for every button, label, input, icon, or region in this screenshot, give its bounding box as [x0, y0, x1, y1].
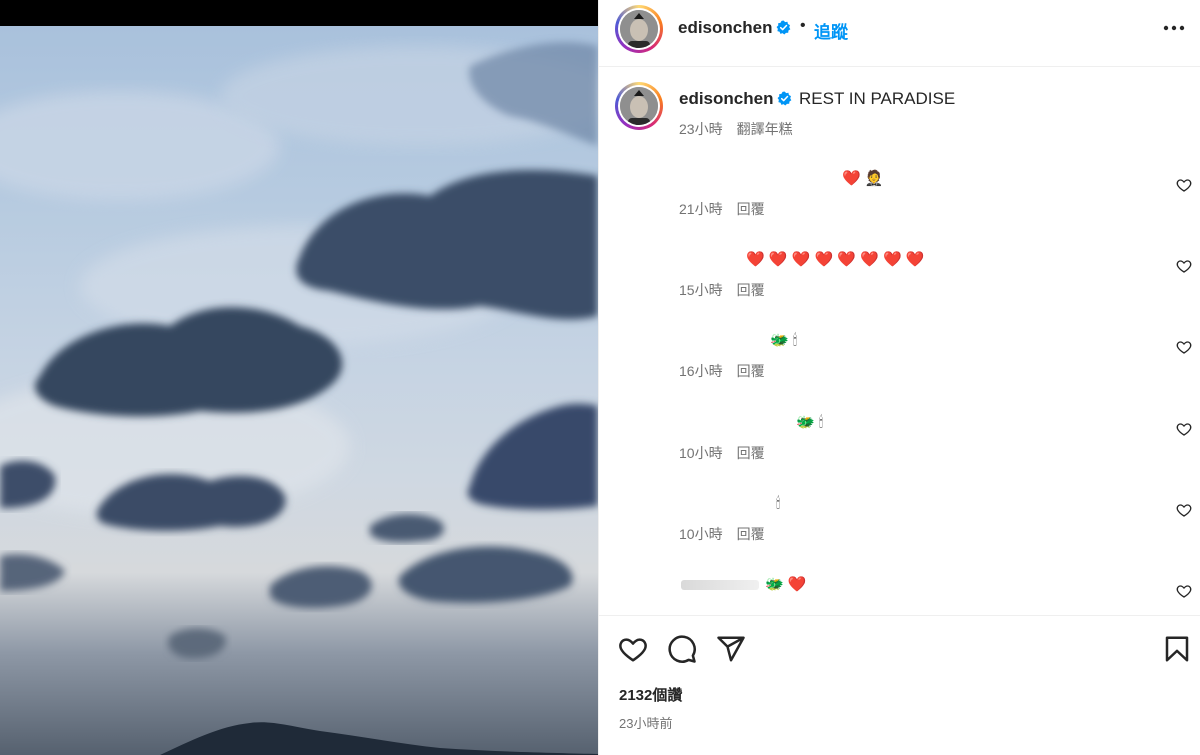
bookmark-icon[interactable]: [1162, 634, 1192, 664]
comment-meta: 21小時 回覆: [679, 199, 765, 219]
more-options-icon[interactable]: [1163, 24, 1185, 32]
reply-button[interactable]: 回覆: [737, 282, 765, 298]
comment-text: 🐲 🕯: [770, 332, 798, 349]
caption-meta: 23小時 翻譯年糕: [679, 119, 793, 139]
caption-text: REST IN PARADISE: [799, 89, 956, 108]
comment-bubble-icon[interactable]: [667, 634, 697, 664]
heart-icon[interactable]: [1176, 177, 1192, 193]
heart-icon[interactable]: [1176, 502, 1192, 518]
heart-icon[interactable]: [1176, 421, 1192, 437]
paper-plane-icon[interactable]: [716, 634, 746, 664]
comment-item: 🐲 🕯 10小時 回覆: [599, 413, 1200, 483]
post-actions: 2132個讚 23小時前: [599, 615, 1200, 755]
comment-text: ❤️ 🤵: [842, 170, 884, 187]
heart-icon[interactable]: [1176, 258, 1192, 274]
author-username[interactable]: edisonchen: [678, 18, 791, 38]
author-avatar[interactable]: [615, 5, 663, 53]
comment-text: ❤️ ❤️ ❤️ ❤️ ❤️ ❤️ ❤️ ❤️: [746, 251, 925, 268]
verified-badge-icon: [778, 91, 792, 106]
avatar-face-icon: [620, 10, 658, 48]
comment-meta: 16小時 回覆: [679, 361, 765, 381]
verified-badge-icon: [777, 20, 791, 35]
comment-item: ❤️ 🤵 21小時 回覆: [599, 169, 1200, 239]
caption-username[interactable]: edisonchen: [679, 89, 792, 109]
heart-icon[interactable]: [1176, 583, 1192, 599]
comment-meta: 15小時 回覆: [679, 280, 765, 300]
avatar-face-icon: [620, 87, 658, 125]
separator-dot: •: [800, 17, 806, 34]
heart-icon[interactable]: [618, 634, 648, 664]
comment-text: 🐲 ❤️: [681, 575, 807, 595]
comment-text: 🐲 🕯: [796, 414, 824, 431]
sky-photo: [0, 26, 598, 755]
caption-author-avatar[interactable]: [615, 82, 663, 130]
comment-time[interactable]: 10小時: [679, 445, 723, 461]
comment-meta: 10小時 回覆: [679, 524, 765, 544]
post-media[interactable]: [0, 0, 598, 755]
comment-time[interactable]: 21小時: [679, 201, 723, 217]
comment-time[interactable]: 16小時: [679, 363, 723, 379]
translate-link[interactable]: 翻譯年糕: [737, 121, 793, 137]
comment-meta: 10小時 回覆: [679, 443, 765, 463]
sky-clouds-illustration: [0, 42, 598, 755]
post-detail-panel: edisonchen • 追蹤 edisonchen REST IN PARAD…: [598, 0, 1200, 755]
comment-time[interactable]: 10小時: [679, 526, 723, 542]
likes-count[interactable]: 2132個讚: [619, 684, 682, 705]
comment-item: 🐲 ❤️: [599, 575, 1200, 615]
caption-time[interactable]: 23小時: [679, 121, 723, 137]
comment-text: 🕯: [776, 495, 781, 512]
follow-button[interactable]: 追蹤: [814, 18, 848, 43]
media-top-bar: [0, 0, 598, 26]
heart-icon[interactable]: [1176, 339, 1192, 355]
comment-item: ❤️ ❤️ ❤️ ❤️ ❤️ ❤️ ❤️ ❤️ 15小時 回覆: [599, 250, 1200, 320]
reply-button[interactable]: 回覆: [737, 201, 765, 217]
comment-item: 🐲 🕯 16小時 回覆: [599, 331, 1200, 401]
reply-button[interactable]: 回覆: [737, 445, 765, 461]
redacted-username: [681, 580, 759, 591]
reply-button[interactable]: 回覆: [737, 526, 765, 542]
reply-button[interactable]: 回覆: [737, 363, 765, 379]
post-header: edisonchen • 追蹤: [599, 0, 1200, 67]
post-timestamp[interactable]: 23小時前: [619, 713, 672, 732]
comment-time[interactable]: 15小時: [679, 282, 723, 298]
comments-list[interactable]: edisonchen REST IN PARADISE 23小時 翻譯年糕 ❤️ …: [599, 68, 1200, 615]
comment-item: 🕯 10小時 回覆: [599, 494, 1200, 564]
